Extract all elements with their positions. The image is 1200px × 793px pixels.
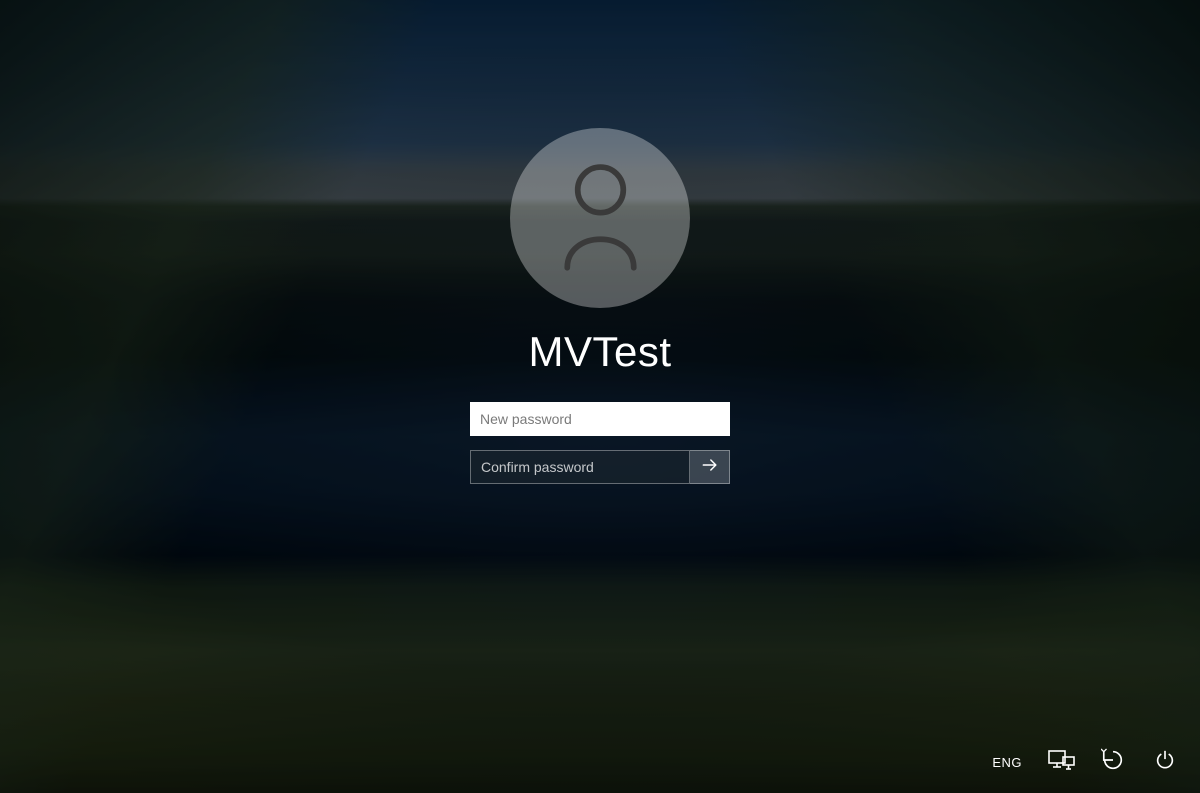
ease-of-access-button[interactable] [1098,747,1128,777]
confirm-password-input[interactable] [470,450,690,484]
login-panel: MVTest [470,128,730,484]
network-button[interactable] [1046,747,1076,777]
confirm-password-row [470,450,730,484]
arrow-right-icon [700,455,720,480]
user-avatar [510,128,690,308]
submit-button[interactable] [690,450,730,484]
ease-of-access-icon [1101,748,1125,777]
user-icon [553,161,648,276]
network-icon [1046,748,1076,777]
power-icon [1154,749,1176,776]
new-password-input[interactable] [470,402,730,436]
power-button[interactable] [1150,747,1180,777]
new-password-row [470,402,730,436]
username-label: MVTest [528,328,671,376]
language-indicator[interactable]: ENG [990,747,1024,777]
system-tray: ENG [990,747,1180,777]
